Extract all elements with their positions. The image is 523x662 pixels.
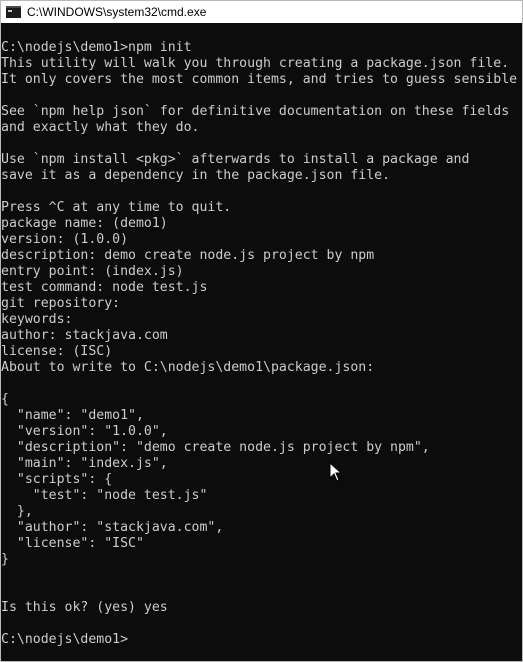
console-line: "author": "stackjava.com", <box>1 520 224 535</box>
console-line: About to write to C:\nodejs\demo1\packag… <box>1 360 375 375</box>
console-line: C:\nodejs\demo1>npm init <box>1 40 192 55</box>
console-line: "main": "index.js", <box>1 456 168 471</box>
console-line: See `npm help json` for definitive docum… <box>1 104 510 119</box>
console-line: }, <box>1 504 33 519</box>
console-line: author: stackjava.com <box>1 328 168 343</box>
cmd-window: C:\WINDOWS\system32\cmd.exe C:\nodejs\de… <box>0 0 523 662</box>
console-line: "scripts": { <box>1 472 113 487</box>
console-line: C:\nodejs\demo1> <box>1 632 129 647</box>
console-line: keywords: <box>1 312 73 327</box>
cmd-icon[interactable] <box>6 6 21 18</box>
console-line: package name: (demo1) <box>1 216 168 231</box>
console-line: "version": "1.0.0", <box>1 424 168 439</box>
console-line: { <box>1 392 9 407</box>
mouse-pointer-icon <box>329 462 343 482</box>
console-line: and exactly what they do. <box>1 120 200 135</box>
console-line: git repository: <box>1 296 121 311</box>
console-line: Is this ok? (yes) yes <box>1 600 168 615</box>
console-line: test command: node test.js <box>1 280 208 295</box>
console-line: license: (ISC) <box>1 344 113 359</box>
console-line: Use `npm install <pkg>` afterwards to in… <box>1 152 470 167</box>
console-output[interactable]: C:\nodejs\demo1>npm init This utility wil… <box>1 40 522 648</box>
console-line: Press ^C at any time to quit. <box>1 200 232 215</box>
console-line: "description": "demo create node.js proj… <box>1 440 430 455</box>
console-line: entry point: (index.js) <box>1 264 184 279</box>
console-line: save it as a dependency in the package.j… <box>1 168 391 183</box>
console-line: version: (1.0.0) <box>1 232 129 247</box>
console-line: This utility will walk you through creat… <box>1 56 510 71</box>
console-line: } <box>1 552 9 567</box>
console-line: description: demo create node.js project… <box>1 248 375 263</box>
title-bar[interactable]: C:\WINDOWS\system32\cmd.exe <box>1 1 522 23</box>
console-line: "name": "demo1", <box>1 408 144 423</box>
console-line: It only covers the most common items, an… <box>1 72 518 87</box>
console-line: "test": "node test.js" <box>1 488 208 503</box>
window-title: C:\WINDOWS\system32\cmd.exe <box>27 5 207 19</box>
console-line: "license": "ISC" <box>1 536 144 551</box>
